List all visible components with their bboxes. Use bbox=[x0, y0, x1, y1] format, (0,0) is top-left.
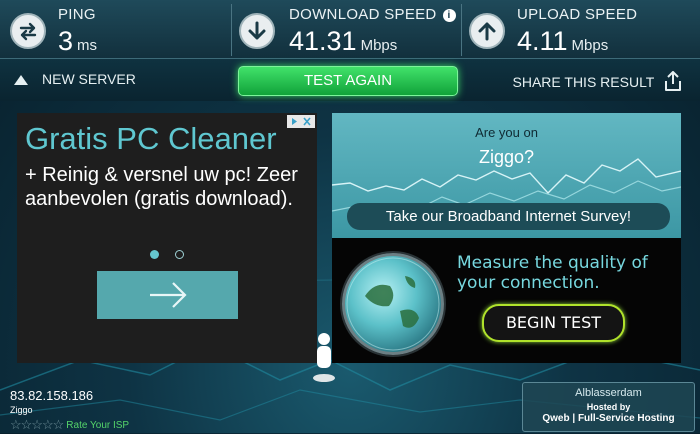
measure-panel: Measure the quality of your connection. … bbox=[332, 238, 681, 363]
new-server-button[interactable]: NEW SERVER bbox=[14, 71, 136, 87]
download-label: DOWNLOAD SPEED i bbox=[289, 6, 456, 23]
ad-next-button[interactable] bbox=[97, 271, 238, 319]
ping-icon bbox=[10, 13, 46, 49]
upload-stat: UPLOAD SPEED 4.11 Mbps bbox=[469, 0, 694, 58]
adchoices-icon[interactable] bbox=[287, 115, 315, 128]
upload-value: 4.11 Mbps bbox=[517, 26, 609, 56]
isp-name: Ziggo bbox=[10, 405, 33, 415]
ping-value: 3 ms bbox=[58, 26, 98, 56]
survey-question-line2: Ziggo? bbox=[478, 147, 535, 167]
survey-link[interactable]: Take our Broadband Internet Survey! bbox=[347, 203, 670, 230]
info-icon[interactable]: i bbox=[442, 9, 456, 22]
download-stat: DOWNLOAD SPEED i 41.31 Mbps bbox=[239, 0, 459, 58]
stats-bar: PING 3 ms DOWNLOAD SPEED i 41.31 Mbps UPLOA… bbox=[0, 0, 700, 59]
rate-isp[interactable]: ☆☆☆☆☆ Rate Your ISP bbox=[10, 416, 129, 434]
globe-icon bbox=[342, 253, 444, 355]
share-result-button[interactable]: SHARE THIS RESULT bbox=[513, 71, 682, 91]
upload-icon bbox=[469, 13, 505, 49]
action-bar: NEW SERVER TEST AGAIN SHARE THIS RESULT bbox=[0, 59, 700, 101]
star-icon[interactable]: ☆☆☆☆☆ bbox=[10, 417, 64, 432]
survey-panel: Are you on Ziggo? Take our Broadband Int… bbox=[332, 113, 681, 238]
ping-label: PING bbox=[58, 6, 96, 23]
broadband-survey-ad[interactable]: Are you on Ziggo? Take our Broadband Int… bbox=[332, 113, 681, 363]
ip-address: 83.82.158.186 bbox=[10, 388, 94, 403]
ad-body: + Reinig & versnel uw pc! Zeer aanbevole… bbox=[25, 164, 298, 210]
server-city: Alblasserdam bbox=[575, 387, 642, 399]
download-icon bbox=[239, 13, 275, 49]
host-name: Qweb | Full-Service Hosting bbox=[542, 413, 675, 424]
carousel-dot-active[interactable] bbox=[150, 250, 159, 259]
ad-headline: Gratis PC Cleaner bbox=[25, 121, 277, 156]
ping-stat: PING 3 ms bbox=[10, 0, 230, 58]
pc-cleaner-ad[interactable]: Gratis PC Cleaner + Reinig & versnel uw … bbox=[17, 113, 317, 363]
download-value: 41.31 Mbps bbox=[289, 26, 398, 56]
triangle-up-icon bbox=[14, 75, 28, 85]
survey-question-line1: Are you on bbox=[475, 125, 538, 140]
server-info[interactable]: Alblasserdam Hosted by Qweb | Full-Servi… bbox=[522, 382, 695, 432]
isp-info: 83.82.158.186 Ziggo ☆☆☆☆☆ Rate Your ISP bbox=[10, 388, 129, 432]
share-icon bbox=[665, 71, 681, 91]
hosted-by-label: Hosted by bbox=[586, 402, 631, 412]
upload-label: UPLOAD SPEED bbox=[517, 6, 638, 23]
carousel-dot[interactable] bbox=[175, 250, 184, 259]
begin-test-button[interactable]: BEGIN TEST bbox=[482, 304, 625, 342]
arrow-right-icon bbox=[150, 282, 187, 308]
test-again-button[interactable]: TEST AGAIN bbox=[238, 66, 458, 96]
location-marker-icon bbox=[313, 333, 335, 382]
measure-text: Measure the quality of your connection. bbox=[457, 253, 648, 293]
